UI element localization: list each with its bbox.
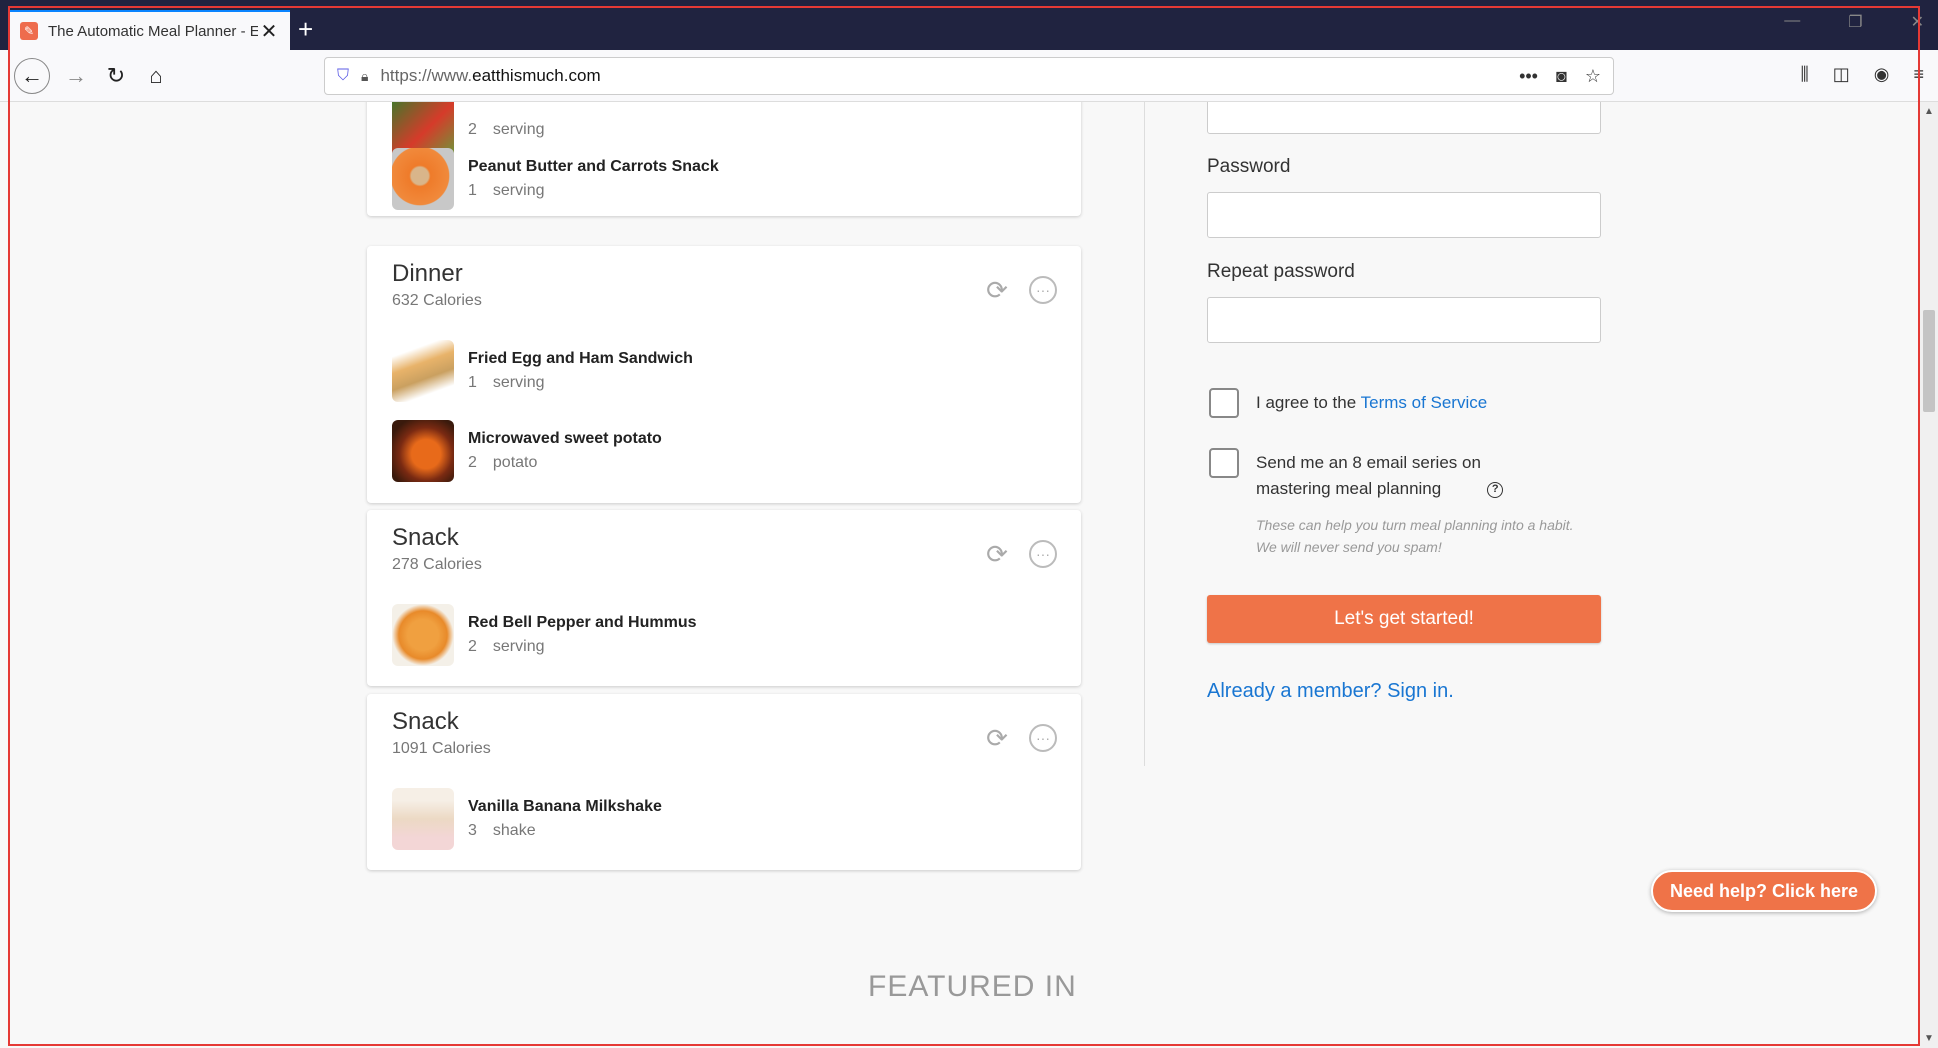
scroll-up-icon[interactable]: ▲: [1924, 106, 1934, 117]
food-name[interactable]: Fried Egg and Ham Sandwich: [468, 350, 693, 368]
page-actions-icon[interactable]: •••: [1519, 66, 1538, 87]
food-qty: 1: [468, 182, 477, 199]
food-unit: serving: [492, 121, 545, 138]
food-unit: serving: [492, 374, 545, 391]
meal-calories: 1091 Calories: [392, 740, 491, 757]
food-name[interactable]: Microwaved sweet potato: [468, 430, 662, 448]
scrollbar[interactable]: ▲ ▼: [1920, 102, 1938, 1048]
sidebar-icon[interactable]: ◫: [1833, 64, 1850, 85]
address-bar[interactable]: ⛉ 🔒︎ https://www.eatthismuch.com ••• ◙ ☆: [324, 57, 1614, 95]
bookmark-star-icon[interactable]: ☆: [1585, 66, 1601, 87]
tab-title: The Automatic Meal Planner - E: [48, 22, 258, 40]
forward-icon[interactable]: →: [58, 58, 94, 94]
hummus-thumb: [392, 604, 454, 666]
food-name[interactable]: Red Bell Pepper and Hummus: [468, 614, 697, 632]
url-text[interactable]: https://www.eatthismuch.com: [380, 66, 1519, 86]
email-series-label: Send me an 8 email series on mastering m…: [1256, 450, 1504, 502]
toolbar-right: ⫼ ◫ ◉ ≡: [1800, 64, 1924, 85]
browser-window: ✎ The Automatic Meal Planner - E ✕ + — ❐…: [0, 0, 1938, 1048]
reload-icon[interactable]: ↻: [98, 58, 134, 94]
email-series-line2: mastering meal planning: [1256, 479, 1442, 498]
food-unit: serving: [492, 638, 545, 655]
terms-label: I agree to the Terms of Service: [1256, 390, 1487, 416]
pocket-icon[interactable]: ◙: [1556, 66, 1567, 87]
password-label: Password: [1207, 156, 1291, 177]
more-options-icon[interactable]: ···: [1029, 276, 1057, 304]
home-icon[interactable]: ⌂: [138, 58, 174, 94]
food-item[interactable]: Vanilla Banana Milkshake 3 shake: [392, 788, 662, 850]
meal-title: Snack: [392, 708, 459, 735]
email-series-checkbox[interactable]: [1209, 448, 1239, 478]
food-unit: serving: [492, 182, 545, 199]
back-icon[interactable]: ←: [14, 58, 50, 94]
food-item[interactable]: Microwaved sweet potato 2 potato: [392, 420, 662, 482]
meal-calories: 278 Calories: [392, 556, 482, 573]
account-icon[interactable]: ◉: [1874, 64, 1890, 85]
new-tab-icon[interactable]: +: [298, 14, 313, 45]
minimize-icon[interactable]: —: [1784, 12, 1800, 32]
window-controls: — ❐ ✕: [1784, 12, 1924, 32]
column-divider: [1144, 102, 1145, 766]
food-item[interactable]: Fried Egg and Ham Sandwich 1 serving: [392, 340, 693, 402]
close-window-icon[interactable]: ✕: [1911, 12, 1924, 32]
lock-icon[interactable]: 🔒︎: [361, 68, 368, 85]
carrots-thumb: [392, 148, 454, 210]
navigation-bar: ← → ↻ ⌂ ⛉ 🔒︎ https://www.eatthismuch.com…: [0, 50, 1938, 102]
terms-checkbox[interactable]: [1209, 388, 1239, 418]
meal-title: Dinner: [392, 260, 463, 287]
scroll-down-icon[interactable]: ▼: [1924, 1033, 1934, 1044]
need-help-button[interactable]: Need help? Click here: [1651, 870, 1877, 912]
repeat-password-field[interactable]: [1207, 297, 1601, 343]
food-name[interactable]: Vanilla Banana Milkshake: [468, 798, 662, 816]
food-name[interactable]: Peanut Butter and Carrots Snack: [468, 158, 719, 176]
email-field[interactable]: [1207, 102, 1601, 134]
sandwich-thumb: [392, 340, 454, 402]
food-qty: 2: [468, 121, 477, 138]
page-content: 2 serving Peanut Butter and Carrots Snack…: [0, 102, 1920, 1048]
meal-calories: 632 Calories: [392, 292, 482, 309]
sign-in-link[interactable]: Already a member? Sign in.: [1207, 680, 1454, 703]
tab-bar: ✎ The Automatic Meal Planner - E ✕ + — ❐…: [0, 0, 1938, 50]
menu-icon[interactable]: ≡: [1913, 64, 1924, 85]
library-icon[interactable]: ⫼: [1800, 64, 1808, 85]
terms-prefix: I agree to the: [1256, 393, 1361, 412]
meal-card: 2 serving Peanut Butter and Carrots Snack…: [367, 102, 1081, 216]
food-qty: 3: [468, 822, 477, 839]
sweet-potato-thumb: [392, 420, 454, 482]
food-qty: 2: [468, 454, 477, 471]
regenerate-icon[interactable]: ⟳: [983, 539, 1011, 569]
email-series-line1: Send me an 8 email series on: [1256, 453, 1481, 472]
restore-icon[interactable]: ❐: [1848, 12, 1862, 32]
close-tab-icon[interactable]: ✕: [258, 19, 280, 44]
tab-active[interactable]: ✎ The Automatic Meal Planner - E ✕: [10, 10, 290, 50]
repeat-password-label: Repeat password: [1207, 261, 1355, 282]
meal-card-dinner: Dinner 632 Calories ⟳ ··· Fried Egg and …: [367, 246, 1081, 503]
food-item[interactable]: Peanut Butter and Carrots Snack 1 serving: [392, 148, 719, 210]
password-field[interactable]: [1207, 192, 1601, 238]
food-qty: 1: [468, 374, 477, 391]
food-item[interactable]: Red Bell Pepper and Hummus 2 serving: [392, 604, 697, 666]
meal-card-snack: Snack 1091 Calories ⟳ ··· Vanilla Banana…: [367, 694, 1081, 870]
food-unit: shake: [492, 822, 536, 839]
email-series-note: These can help you turn meal planning in…: [1256, 517, 1574, 555]
terms-of-service-link[interactable]: Terms of Service: [1361, 393, 1488, 412]
regenerate-icon[interactable]: ⟳: [983, 723, 1011, 753]
food-qty: 2: [468, 638, 477, 655]
help-circle-icon[interactable]: ?: [1487, 481, 1504, 498]
regenerate-icon[interactable]: ⟳: [983, 275, 1011, 305]
milkshake-thumb: [392, 788, 454, 850]
meal-title: Snack: [392, 524, 459, 551]
scrollbar-thumb[interactable]: [1923, 310, 1935, 412]
get-started-button[interactable]: Let's get started!: [1207, 595, 1601, 643]
shield-icon[interactable]: ⛉: [337, 67, 349, 85]
meal-card-snack: Snack 278 Calories ⟳ ··· Red Bell Pepper…: [367, 510, 1081, 686]
more-options-icon[interactable]: ···: [1029, 724, 1057, 752]
featured-in-heading: FEATURED IN: [868, 970, 1077, 1003]
food-unit: potato: [492, 454, 538, 471]
carrot-favicon-icon: ✎: [20, 22, 38, 40]
more-options-icon[interactable]: ···: [1029, 540, 1057, 568]
